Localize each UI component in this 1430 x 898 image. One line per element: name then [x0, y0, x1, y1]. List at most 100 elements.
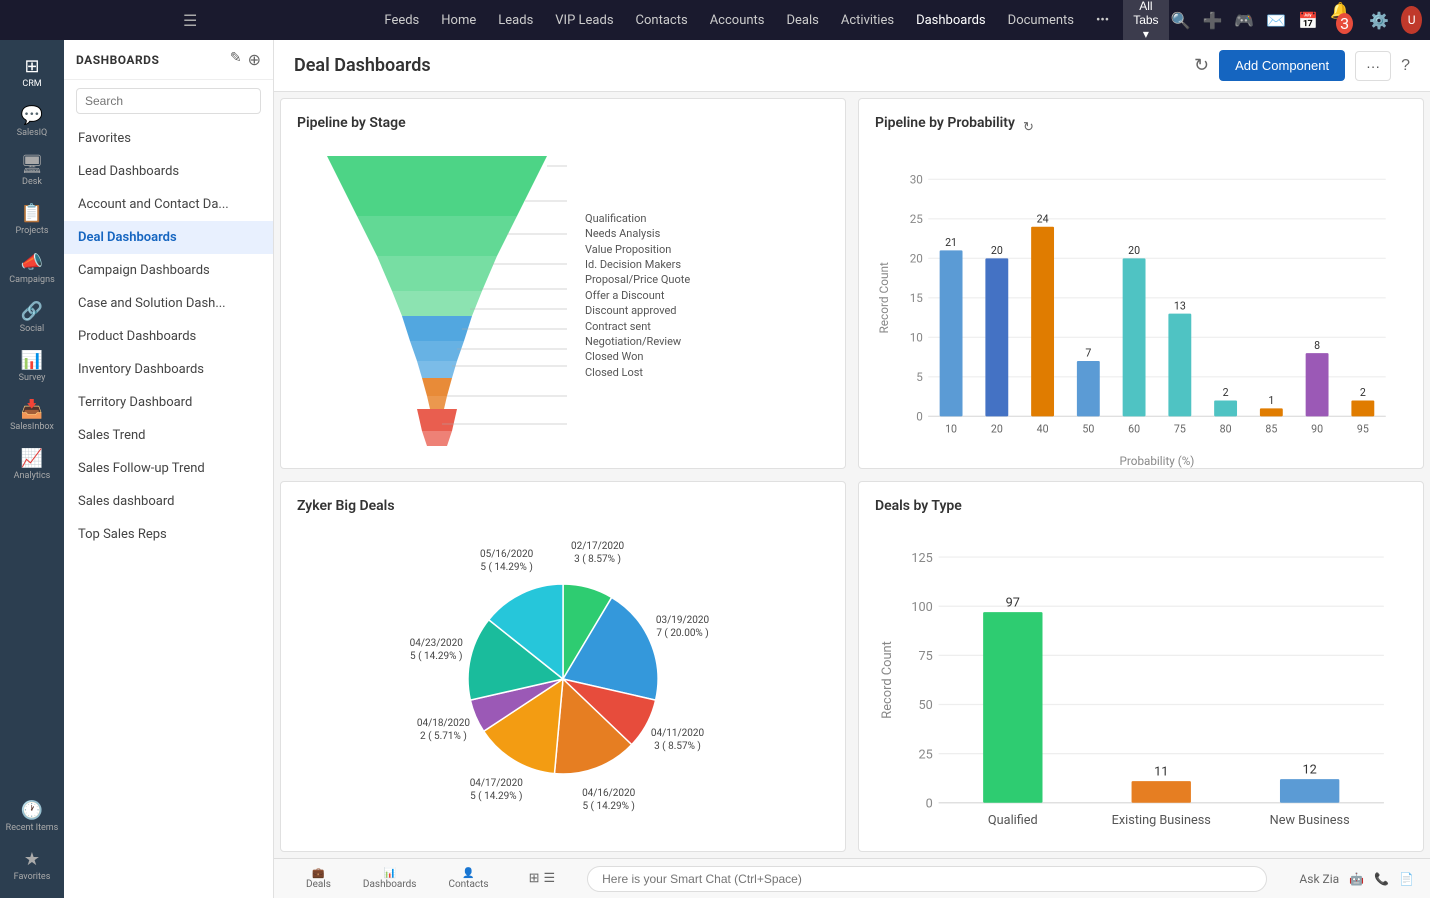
- nav-more[interactable]: •••: [1086, 9, 1119, 32]
- refresh-button[interactable]: ↻: [1194, 55, 1209, 76]
- nav-vip-leads[interactable]: VIP Leads: [545, 9, 623, 32]
- refresh-prob-icon[interactable]: ↻: [1023, 120, 1034, 135]
- file-icon[interactable]: 📄: [1399, 872, 1414, 886]
- all-tabs-button[interactable]: All Tabs ▾: [1123, 0, 1168, 44]
- funnel-label-0: Qualification: [585, 211, 829, 226]
- pipeline-prob-title: Pipeline by Probability: [875, 115, 1015, 131]
- notification-icon[interactable]: 🔔3: [1330, 1, 1357, 39]
- svg-text:125: 125: [911, 551, 932, 566]
- dashboards-tab-label: Dashboards: [363, 879, 417, 890]
- search-container: [64, 80, 273, 122]
- crm-label: CRM: [22, 79, 41, 89]
- sidebar-salesinbox[interactable]: 📥 SalesInbox: [0, 391, 64, 440]
- nav-home[interactable]: Home: [431, 9, 486, 32]
- bottom-tab-deals[interactable]: 💼 Deals: [290, 864, 347, 894]
- sidebar-salesiq[interactable]: 💬 SalesIQ: [0, 97, 64, 146]
- nav-item-inventory-dashboards[interactable]: Inventory Dashboards: [64, 353, 273, 386]
- sidebar-campaigns[interactable]: 📣 Campaigns: [0, 244, 64, 293]
- nav-item-sales-trend[interactable]: Sales Trend: [64, 419, 273, 452]
- desk-label: Desk: [22, 177, 42, 187]
- funnel-label-5: Offer a Discount: [585, 288, 829, 303]
- funnel-label-1: Needs Analysis: [585, 226, 829, 241]
- svg-text:10: 10: [945, 422, 957, 435]
- bottom-tab-dashboards[interactable]: 📊 Dashboards: [347, 864, 433, 894]
- salesiq-label: SalesIQ: [17, 128, 48, 138]
- nav-deals[interactable]: Deals: [777, 9, 829, 32]
- help-button[interactable]: ?: [1401, 57, 1410, 75]
- add-component-button[interactable]: Add Component: [1219, 50, 1345, 81]
- svg-text:30: 30: [910, 173, 923, 187]
- projects-icon: 📋: [21, 203, 43, 224]
- sidebar-analytics[interactable]: 📈 Analytics: [0, 440, 64, 489]
- more-options-button[interactable]: ···: [1355, 51, 1391, 81]
- edit-icon[interactable]: ✎: [230, 50, 242, 69]
- funnel-label-6: Discount approved: [585, 303, 829, 318]
- phone-icon[interactable]: 📞: [1374, 872, 1389, 886]
- nav-leads[interactable]: Leads: [488, 9, 543, 32]
- nav-item-campaign-dashboards[interactable]: Campaign Dashboards: [64, 254, 273, 287]
- sidebar-projects[interactable]: 📋 Projects: [0, 195, 64, 244]
- list-icon[interactable]: ☰: [543, 871, 555, 886]
- pie-chart-container: 02/17/20203 ( 8.57% )03/19/20207 ( 20.00…: [297, 522, 829, 835]
- favorites-icon: ★: [24, 849, 40, 870]
- zyker-title: Zyker Big Deals: [297, 498, 829, 514]
- bottom-tab-contacts[interactable]: 👤 Contacts: [432, 864, 504, 894]
- calendar-icon[interactable]: 📅: [1298, 11, 1318, 30]
- smart-chat-input[interactable]: [587, 866, 1267, 892]
- social-label: Social: [20, 324, 44, 334]
- sidebar-favorites[interactable]: ★ Favorites: [0, 841, 64, 890]
- sidebar-desk[interactable]: 🖥 Desk: [0, 146, 64, 195]
- sidebar-crm[interactable]: ⊞ CRM: [0, 48, 64, 97]
- sidebar-recent[interactable]: 🕐 Recent Items: [0, 792, 64, 841]
- settings-icon[interactable]: ⚙️: [1369, 11, 1389, 30]
- nav-item-favorites[interactable]: Favorites: [64, 122, 273, 155]
- nav-item-top-sales-reps[interactable]: Top Sales Reps: [64, 518, 273, 551]
- projects-label: Projects: [16, 226, 49, 236]
- search-input[interactable]: [76, 88, 261, 114]
- svg-text:0: 0: [926, 796, 933, 811]
- hamburger-icon[interactable]: ☰: [8, 11, 372, 30]
- svg-text:2: 2: [1223, 386, 1229, 399]
- add-icon[interactable]: ➕: [1202, 11, 1222, 30]
- sidebar-social[interactable]: 🔗 Social: [0, 293, 64, 342]
- icon-sidebar: ⊞ CRM 💬 SalesIQ 🖥 Desk 📋 Projects 📣 Camp…: [0, 40, 64, 898]
- favorites-label: Favorites: [14, 872, 51, 882]
- svg-text:75: 75: [919, 649, 933, 664]
- svg-text:10: 10: [910, 331, 923, 345]
- recent-label: Recent Items: [6, 823, 59, 833]
- survey-icon: 📊: [21, 350, 43, 371]
- add-dashboard-icon[interactable]: ⊕: [248, 50, 261, 69]
- expand-icon[interactable]: ⊞: [529, 871, 540, 886]
- gamepad-icon[interactable]: 🎮: [1234, 11, 1254, 30]
- nav-item-lead-dashboards[interactable]: Lead Dashboards: [64, 155, 273, 188]
- zia-icon[interactable]: 🤖: [1349, 872, 1364, 886]
- svg-text:50: 50: [1082, 422, 1094, 435]
- funnel-label-2: Value Proposition: [585, 242, 829, 257]
- nav-dashboards[interactable]: Dashboards: [906, 9, 996, 32]
- svg-text:24: 24: [1037, 212, 1049, 225]
- nav-documents[interactable]: Documents: [998, 9, 1084, 32]
- nav-item-sales-follow-up-trend[interactable]: Sales Follow-up Trend: [64, 452, 273, 485]
- nav-item-deal-dashboards[interactable]: Deal Dashboards: [64, 221, 273, 254]
- svg-text:2: 2: [1360, 386, 1366, 399]
- mail-icon[interactable]: ✉️: [1266, 11, 1286, 30]
- search-icon[interactable]: 🔍: [1171, 11, 1191, 30]
- nav-item-territory-dashboard[interactable]: Territory Dashboard: [64, 386, 273, 419]
- avatar[interactable]: U: [1401, 6, 1422, 34]
- nav-feeds[interactable]: Feeds: [374, 9, 429, 32]
- ask-zia-label[interactable]: Ask Zia: [1299, 872, 1339, 886]
- nav-item-account-and-contact-da...[interactable]: Account and Contact Da...: [64, 188, 273, 221]
- nav-item-case-and-solution-dash...[interactable]: Case and Solution Dash...: [64, 287, 273, 320]
- sidebar-survey[interactable]: 📊 Survey: [0, 342, 64, 391]
- header-actions: ↻ Add Component ··· ?: [1194, 50, 1410, 81]
- nav-item-product-dashboards[interactable]: Product Dashboards: [64, 320, 273, 353]
- bottom-tabs: 💼 Deals 📊 Dashboards 👤 Contacts: [290, 864, 505, 894]
- nav-contacts[interactable]: Contacts: [626, 9, 698, 32]
- nav-accounts[interactable]: Accounts: [700, 9, 775, 32]
- nav-activities[interactable]: Activities: [831, 9, 904, 32]
- nav-item-sales-dashboard[interactable]: Sales dashboard: [64, 485, 273, 518]
- content-header: Deal Dashboards ↻ Add Component ··· ?: [274, 40, 1430, 92]
- svg-text:97: 97: [1006, 595, 1020, 610]
- page-title: Deal Dashboards: [294, 55, 431, 76]
- svg-text:21: 21: [945, 236, 957, 249]
